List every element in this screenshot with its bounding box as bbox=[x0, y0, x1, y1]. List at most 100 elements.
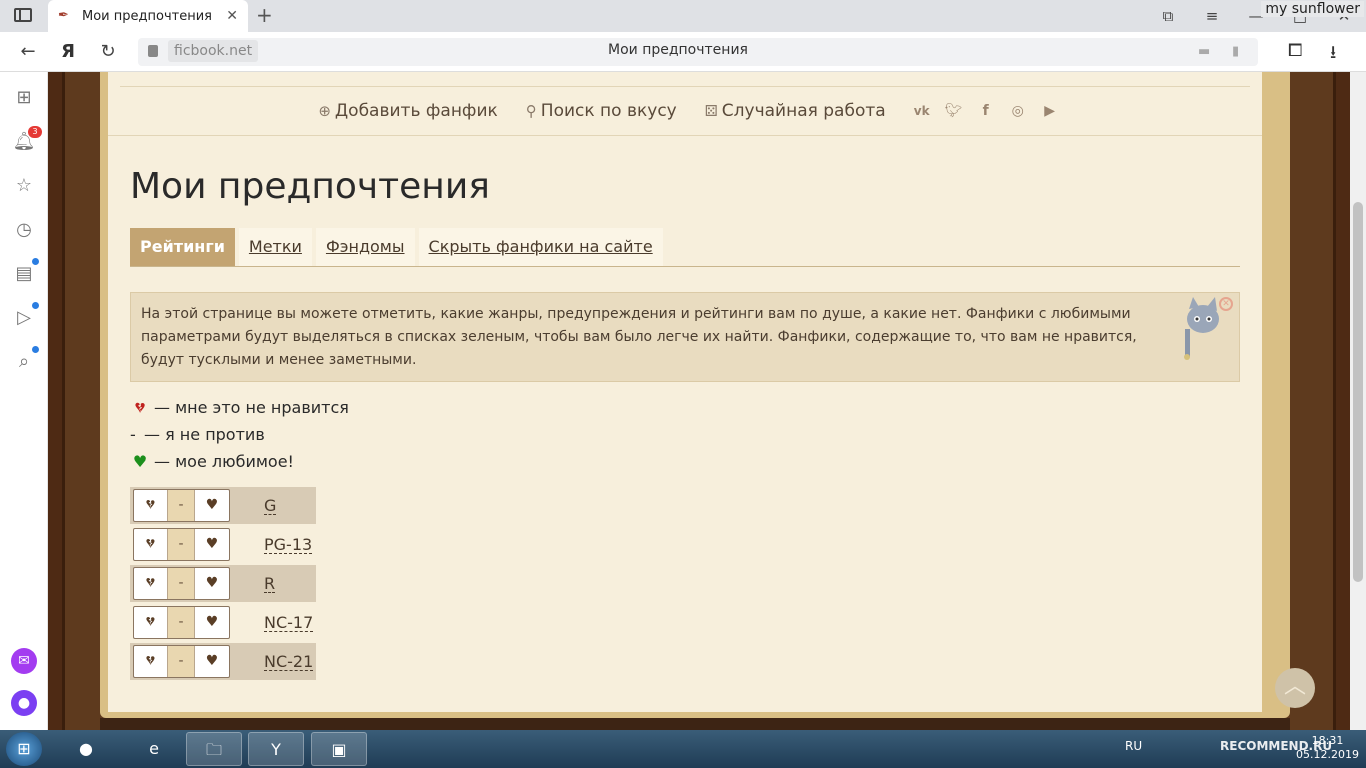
broken-heart-icon: 💔︎ bbox=[135, 398, 145, 417]
rating-button-group: 💔︎ - ♥ bbox=[133, 567, 230, 600]
yandex-logo-icon[interactable]: Я bbox=[56, 40, 80, 64]
rating-row: 💔︎ - ♥ G bbox=[130, 487, 316, 524]
bookmark-icon[interactable]: ▮ bbox=[1232, 44, 1246, 59]
dislike-broken-heart-icon[interactable]: 💔︎ bbox=[134, 490, 168, 521]
rating-label[interactable]: R bbox=[264, 575, 276, 593]
dislike-broken-heart-icon[interactable]: 💔︎ bbox=[134, 646, 168, 677]
rating-button-group: 💔︎ - ♥ bbox=[133, 606, 230, 639]
neutral-button[interactable]: - bbox=[168, 568, 195, 599]
info-text: На этой странице вы можете отметить, как… bbox=[141, 306, 1137, 368]
neutral-button[interactable]: - bbox=[168, 607, 195, 638]
favorite-heart-icon[interactable]: ♥ bbox=[195, 529, 229, 560]
alice-assistant-icon[interactable]: ● bbox=[11, 690, 37, 716]
clock-time: 18:31 bbox=[1311, 734, 1344, 747]
url-field[interactable]: ficbook.net Мои предпочтения ▬ ▮ bbox=[138, 38, 1258, 66]
browser-sidebar: ⊞ 🔔︎ 3 ☆ ◷ ▤ ▷ ⌕ ✉ ● bbox=[0, 72, 48, 730]
page-scrollbar[interactable] bbox=[1350, 72, 1366, 730]
random-work-link[interactable]: ⚄ Случайная работа bbox=[705, 101, 886, 121]
reload-button[interactable]: ↻ bbox=[96, 40, 120, 64]
site-top-nav: ⊕ Добавить фанфик ⚲ Поиск по вкусу ⚄ Слу… bbox=[108, 86, 1262, 136]
zen-feed-icon[interactable]: ▤ bbox=[12, 262, 36, 286]
windows-start-button[interactable]: ⊞ bbox=[6, 732, 42, 766]
reader-mode-icon[interactable]: ▬ bbox=[1198, 44, 1212, 59]
browser-tab[interactable]: ✒ Мои предпочтения ✕ bbox=[48, 0, 248, 32]
language-indicator[interactable]: RU bbox=[1125, 739, 1142, 753]
favorite-heart-icon[interactable]: ♥ bbox=[195, 607, 229, 638]
favorite-heart-icon[interactable]: ♥ bbox=[195, 568, 229, 599]
messenger-icon[interactable]: ✉ bbox=[11, 648, 37, 674]
close-icon[interactable]: ✕ bbox=[1219, 297, 1233, 311]
vk-icon[interactable]: vk bbox=[912, 103, 932, 119]
scroll-to-top-icon[interactable]: ︿ bbox=[1275, 668, 1315, 708]
search-icon: ⚲ bbox=[525, 101, 537, 120]
rating-label[interactable]: G bbox=[264, 497, 277, 515]
internet-explorer-icon[interactable]: e bbox=[126, 732, 182, 766]
sidebar-toggle-icon[interactable] bbox=[14, 8, 32, 22]
yandex-browser-icon[interactable]: Y bbox=[248, 732, 304, 766]
instagram-icon[interactable]: ◎ bbox=[1008, 103, 1028, 119]
neutral-button[interactable]: - bbox=[168, 490, 195, 521]
content-paper: ⊕ Добавить фанфик ⚲ Поиск по вкусу ⚄ Слу… bbox=[108, 72, 1315, 712]
twitter-icon[interactable]: 🐦︎ bbox=[944, 103, 964, 119]
tab-ratings[interactable]: Рейтинги bbox=[130, 228, 235, 266]
rating-row: 💔︎ - ♥ R bbox=[130, 565, 316, 602]
new-tab-button[interactable]: + bbox=[256, 4, 273, 26]
address-bar: ← Я ↻ ficbook.net Мои предпочтения ▬ ▮ ⧠… bbox=[0, 32, 1366, 72]
dice-icon: ⚄ bbox=[704, 101, 718, 120]
translate-icon[interactable]: ⧠ bbox=[1288, 40, 1302, 61]
rating-button-group: 💔︎ - ♥ bbox=[133, 489, 230, 522]
history-clock-icon[interactable]: ◷ bbox=[12, 218, 36, 242]
zen-update-dot bbox=[32, 258, 39, 265]
rating-row: 💔︎ - ♥ PG-13 bbox=[130, 526, 316, 563]
url-page-title: Мои предпочтения bbox=[608, 42, 748, 58]
add-fanfic-link[interactable]: ⊕ Добавить фанфик bbox=[318, 101, 497, 121]
file-explorer-icon[interactable]: 🗀︎ bbox=[186, 732, 242, 766]
download-icon[interactable]: ⭳ bbox=[1330, 40, 1336, 70]
plus-circle-icon: ⊕ bbox=[318, 101, 331, 120]
favorite-heart-icon[interactable]: ♥ bbox=[195, 646, 229, 677]
add-fanfic-label: Добавить фанфик bbox=[334, 100, 498, 121]
legend-neutral: - — я не против bbox=[130, 421, 349, 448]
image-viewer-icon[interactable]: ▣ bbox=[311, 732, 367, 766]
scrollbar-thumb[interactable] bbox=[1353, 202, 1363, 582]
dislike-broken-heart-icon[interactable]: 💔︎ bbox=[134, 607, 168, 638]
rating-button-group: 💔︎ - ♥ bbox=[133, 528, 230, 561]
preferences-tabs: Рейтинги Метки Фэндомы Скрыть фанфики на… bbox=[130, 228, 1240, 267]
neutral-button[interactable]: - bbox=[168, 529, 195, 560]
tab-tags[interactable]: Метки bbox=[238, 228, 312, 266]
ficbook-favicon-icon: ✒ bbox=[58, 8, 69, 23]
social-links: vk 🐦︎ f ◎ ▶ bbox=[906, 103, 1066, 119]
favorites-star-icon[interactable]: ☆ bbox=[12, 174, 36, 198]
collections-icon[interactable]: ⧉ bbox=[1146, 7, 1190, 25]
alice-taskbar-icon[interactable]: ● bbox=[58, 732, 114, 766]
facebook-icon[interactable]: f bbox=[976, 103, 996, 119]
url-domain: ficbook.net bbox=[168, 40, 259, 62]
rating-label[interactable]: PG-13 bbox=[264, 536, 313, 554]
windows-taskbar: ⊞ ● e 🗀︎ Y ▣ RU RECOMMEND.RU 18:31 05.12… bbox=[0, 730, 1366, 768]
youtube-icon[interactable]: ▶ bbox=[1040, 103, 1060, 119]
apps-grid-icon[interactable]: ⊞ bbox=[12, 86, 36, 110]
back-button[interactable]: ← bbox=[16, 40, 40, 64]
video-play-icon[interactable]: ▷ bbox=[12, 306, 36, 330]
system-clock[interactable]: 18:31 05.12.2019 bbox=[1296, 734, 1359, 762]
neutral-button[interactable]: - bbox=[168, 646, 195, 677]
rating-label[interactable]: NC-17 bbox=[264, 614, 314, 632]
tab-close-icon[interactable]: ✕ bbox=[226, 8, 238, 24]
page-viewport: ⊕ Добавить фанфик ⚲ Поиск по вкусу ⚄ Слу… bbox=[48, 72, 1350, 730]
dislike-broken-heart-icon[interactable]: 💔︎ bbox=[134, 529, 168, 560]
tab-hide-fanfics[interactable]: Скрыть фанфики на сайте bbox=[418, 228, 663, 266]
rating-label[interactable]: NC-21 bbox=[264, 653, 314, 671]
user-profile-label[interactable]: my sunflower bbox=[1261, 1, 1364, 17]
dislike-broken-heart-icon[interactable]: 💔︎ bbox=[134, 568, 168, 599]
menu-icon[interactable]: ≡ bbox=[1190, 7, 1234, 25]
notification-badge: 3 bbox=[28, 126, 42, 138]
tab-fandoms[interactable]: Фэндомы bbox=[315, 228, 415, 266]
footer-strip bbox=[100, 718, 1290, 730]
legend-neutral-text: — я не против bbox=[144, 425, 265, 444]
search-by-taste-link[interactable]: ⚲ Поиск по вкусу bbox=[526, 101, 677, 121]
clock-date: 05.12.2019 bbox=[1296, 748, 1359, 761]
lock-icon bbox=[148, 45, 158, 57]
image-search-icon[interactable]: ⌕ bbox=[12, 350, 36, 374]
favorite-heart-icon[interactable]: ♥ bbox=[195, 490, 229, 521]
video-update-dot bbox=[32, 302, 39, 309]
